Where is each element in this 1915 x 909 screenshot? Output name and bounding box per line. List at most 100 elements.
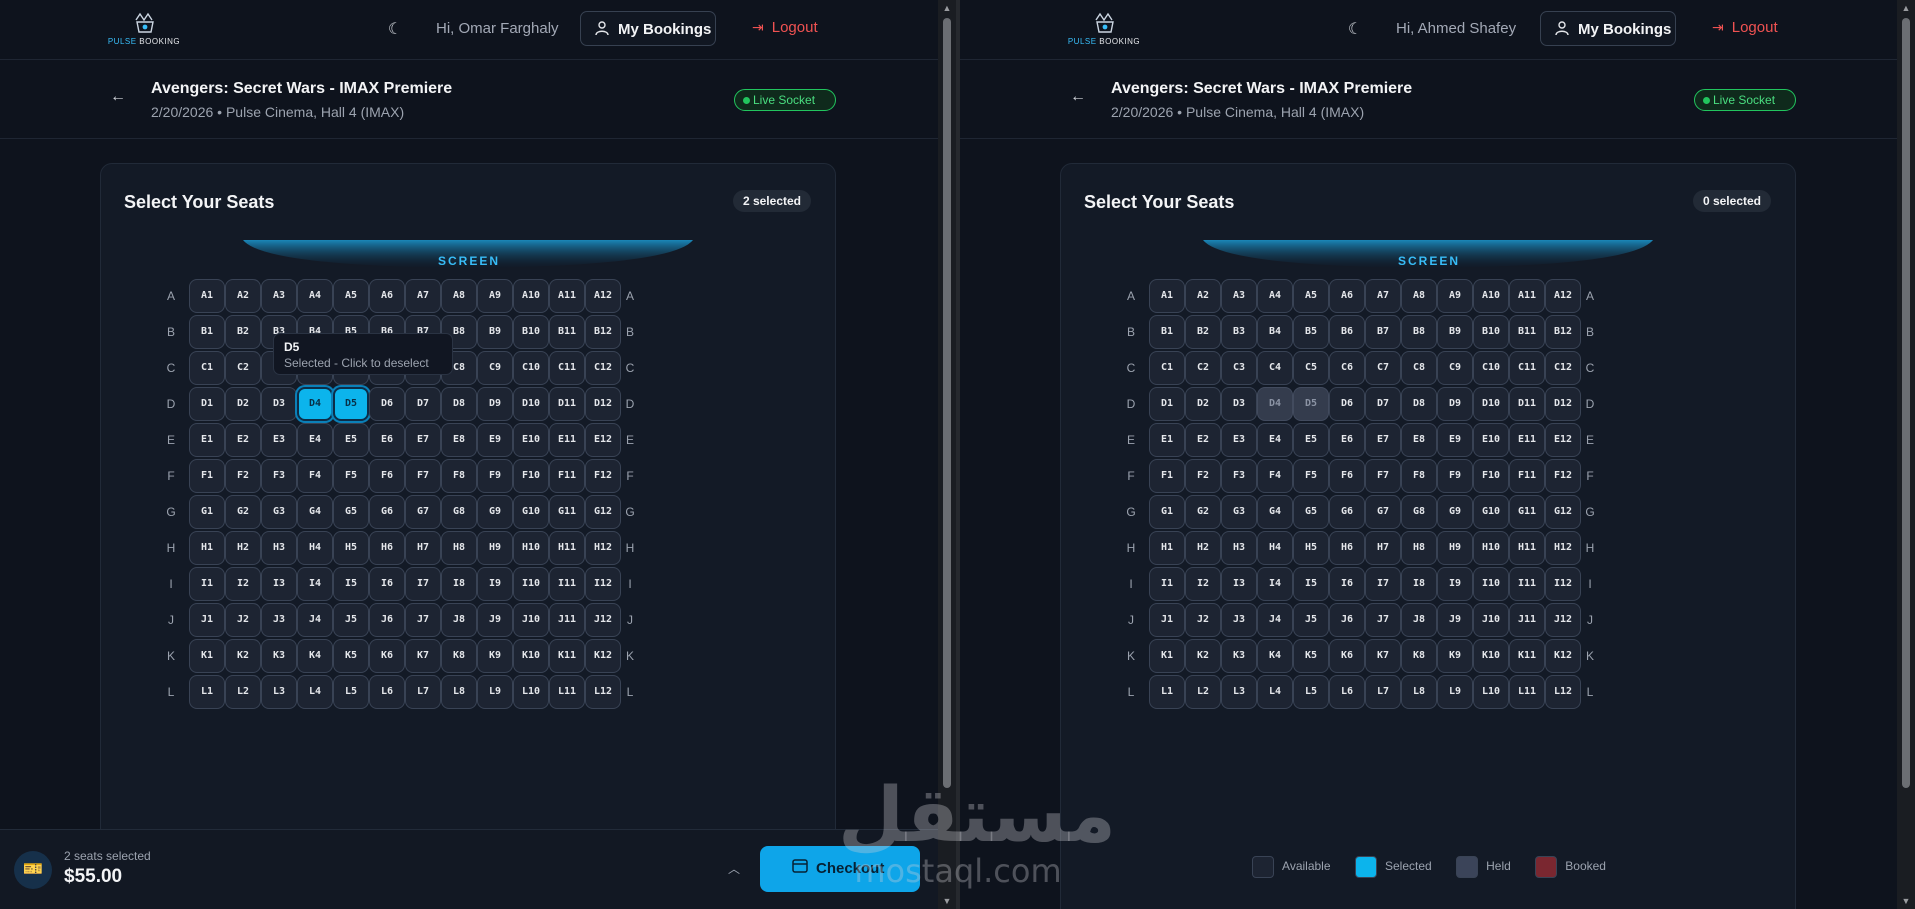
my-bookings-button[interactable]: My Bookings xyxy=(1540,11,1676,46)
seat-c12[interactable]: C12 xyxy=(1545,351,1581,385)
seat-a8[interactable]: A8 xyxy=(1401,279,1437,313)
seat-c1[interactable]: C1 xyxy=(1149,351,1185,385)
seat-c2[interactable]: C2 xyxy=(1185,351,1221,385)
seat-l2[interactable]: L2 xyxy=(225,675,261,709)
seat-l9[interactable]: L9 xyxy=(477,675,513,709)
seat-k10[interactable]: K10 xyxy=(1473,639,1509,673)
seat-l12[interactable]: L12 xyxy=(585,675,621,709)
seat-j1[interactable]: J1 xyxy=(189,603,225,637)
seat-c10[interactable]: C10 xyxy=(513,351,549,385)
seat-f9[interactable]: F9 xyxy=(1437,459,1473,493)
seat-i10[interactable]: I10 xyxy=(513,567,549,601)
seat-f5[interactable]: F5 xyxy=(333,459,369,493)
seat-g2[interactable]: G2 xyxy=(1185,495,1221,529)
seat-f8[interactable]: F8 xyxy=(1401,459,1437,493)
seat-b8[interactable]: B8 xyxy=(1401,315,1437,349)
seat-l8[interactable]: L8 xyxy=(441,675,477,709)
seat-d7[interactable]: D7 xyxy=(1365,387,1401,421)
seat-f12[interactable]: F12 xyxy=(585,459,621,493)
scrollbar-thumb[interactable] xyxy=(943,18,951,788)
seat-a3[interactable]: A3 xyxy=(261,279,297,313)
seat-h2[interactable]: H2 xyxy=(1185,531,1221,565)
seat-e11[interactable]: E11 xyxy=(549,423,585,457)
seat-h9[interactable]: H9 xyxy=(1437,531,1473,565)
seat-h6[interactable]: H6 xyxy=(369,531,405,565)
seat-f7[interactable]: F7 xyxy=(1365,459,1401,493)
seat-l10[interactable]: L10 xyxy=(1473,675,1509,709)
seat-e1[interactable]: E1 xyxy=(189,423,225,457)
seat-d11[interactable]: D11 xyxy=(549,387,585,421)
seat-b2[interactable]: B2 xyxy=(225,315,261,349)
seat-k11[interactable]: K11 xyxy=(1509,639,1545,673)
seat-f9[interactable]: F9 xyxy=(477,459,513,493)
seat-i4[interactable]: I4 xyxy=(297,567,333,601)
seat-b9[interactable]: B9 xyxy=(1437,315,1473,349)
seat-e4[interactable]: E4 xyxy=(1257,423,1293,457)
seat-g10[interactable]: G10 xyxy=(513,495,549,529)
seat-c2[interactable]: C2 xyxy=(225,351,261,385)
seat-j11[interactable]: J11 xyxy=(549,603,585,637)
pulse-booking-logo[interactable]: PULSE BOOKING xyxy=(106,12,182,48)
seat-e10[interactable]: E10 xyxy=(513,423,549,457)
seat-g8[interactable]: G8 xyxy=(1401,495,1437,529)
seat-h10[interactable]: H10 xyxy=(1473,531,1509,565)
seat-e8[interactable]: E8 xyxy=(441,423,477,457)
seat-j9[interactable]: J9 xyxy=(1437,603,1473,637)
seat-j7[interactable]: J7 xyxy=(1365,603,1401,637)
seat-e6[interactable]: E6 xyxy=(1329,423,1365,457)
seat-b9[interactable]: B9 xyxy=(477,315,513,349)
seat-b1[interactable]: B1 xyxy=(189,315,225,349)
seat-f4[interactable]: F4 xyxy=(297,459,333,493)
seat-k5[interactable]: K5 xyxy=(1293,639,1329,673)
seat-b10[interactable]: B10 xyxy=(513,315,549,349)
seat-k1[interactable]: K1 xyxy=(1149,639,1185,673)
seat-f11[interactable]: F11 xyxy=(1509,459,1545,493)
seat-g12[interactable]: G12 xyxy=(585,495,621,529)
seat-i12[interactable]: I12 xyxy=(585,567,621,601)
seat-g3[interactable]: G3 xyxy=(1221,495,1257,529)
seat-j8[interactable]: J8 xyxy=(441,603,477,637)
seat-b5[interactable]: B5 xyxy=(1293,315,1329,349)
seat-f1[interactable]: F1 xyxy=(1149,459,1185,493)
logout-button[interactable]: ⇥ Logout xyxy=(1712,19,1778,36)
seat-j1[interactable]: J1 xyxy=(1149,603,1185,637)
seat-c3[interactable]: C3 xyxy=(1221,351,1257,385)
seat-i8[interactable]: I8 xyxy=(441,567,477,601)
seat-j5[interactable]: J5 xyxy=(1293,603,1329,637)
seat-d6[interactable]: D6 xyxy=(1329,387,1365,421)
seat-e2[interactable]: E2 xyxy=(225,423,261,457)
pulse-booking-logo[interactable]: PULSE BOOKING xyxy=(1066,12,1142,48)
seat-i6[interactable]: I6 xyxy=(1329,567,1365,601)
seat-i5[interactable]: I5 xyxy=(1293,567,1329,601)
seat-l4[interactable]: L4 xyxy=(297,675,333,709)
seat-k8[interactable]: K8 xyxy=(1401,639,1437,673)
seat-k3[interactable]: K3 xyxy=(261,639,297,673)
seat-c6[interactable]: C6 xyxy=(1329,351,1365,385)
seat-h11[interactable]: H11 xyxy=(1509,531,1545,565)
seat-f12[interactable]: F12 xyxy=(1545,459,1581,493)
seat-d9[interactable]: D9 xyxy=(477,387,513,421)
seat-d4[interactable]: D4 xyxy=(1257,387,1293,421)
seat-i11[interactable]: I11 xyxy=(1509,567,1545,601)
seat-j12[interactable]: J12 xyxy=(585,603,621,637)
seat-h8[interactable]: H8 xyxy=(1401,531,1437,565)
seat-b12[interactable]: B12 xyxy=(1545,315,1581,349)
scroll-down-arrow-icon[interactable]: ▼ xyxy=(938,893,956,909)
scrollbar-left[interactable]: ▲ ▼ xyxy=(938,0,956,909)
seat-f10[interactable]: F10 xyxy=(1473,459,1509,493)
seat-f7[interactable]: F7 xyxy=(405,459,441,493)
seat-i10[interactable]: I10 xyxy=(1473,567,1509,601)
seat-a11[interactable]: A11 xyxy=(549,279,585,313)
seat-j2[interactable]: J2 xyxy=(1185,603,1221,637)
seat-i12[interactable]: I12 xyxy=(1545,567,1581,601)
seat-g10[interactable]: G10 xyxy=(1473,495,1509,529)
seat-i2[interactable]: I2 xyxy=(225,567,261,601)
seat-a1[interactable]: A1 xyxy=(1149,279,1185,313)
seat-i9[interactable]: I9 xyxy=(1437,567,1473,601)
seat-k12[interactable]: K12 xyxy=(585,639,621,673)
seat-c7[interactable]: C7 xyxy=(1365,351,1401,385)
seat-j3[interactable]: J3 xyxy=(261,603,297,637)
seat-i11[interactable]: I11 xyxy=(549,567,585,601)
seat-c10[interactable]: C10 xyxy=(1473,351,1509,385)
seat-g8[interactable]: G8 xyxy=(441,495,477,529)
